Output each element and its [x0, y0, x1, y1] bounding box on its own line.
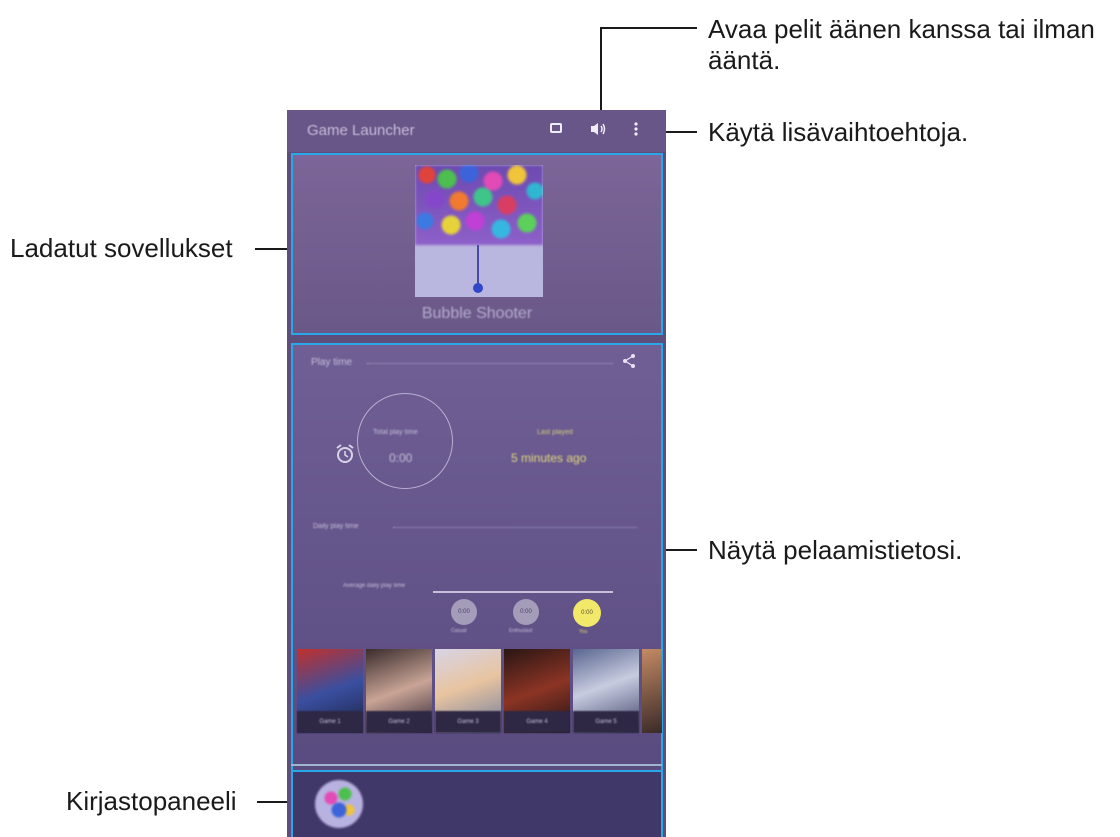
callout-line-library-panel: [257, 801, 289, 803]
game-thumbnail[interactable]: Game 2: [366, 649, 432, 733]
game-shooter-ball: [473, 283, 483, 293]
game-thumbnail[interactable]: Game 3: [435, 649, 501, 733]
annotation-sound: Avaa pelit äänen kanssa tai ilman ääntä.: [708, 14, 1095, 76]
game-thumbnail[interactable]: [642, 649, 662, 733]
compare-you-value: 0:00: [581, 610, 593, 616]
annotation-sound-line2: ääntä.: [708, 45, 781, 75]
total-time-circle: [357, 393, 453, 489]
total-play-time-value: 0:00: [389, 451, 413, 465]
thumbnail-caption: Game 3: [435, 711, 501, 733]
game-thumbnail[interactable]: Game 1: [297, 649, 363, 733]
more-options-icon[interactable]: [627, 121, 645, 139]
game-thumbnail[interactable]: Game 4: [504, 649, 570, 733]
daily-play-time-label: Daily play time: [313, 523, 359, 530]
callout-line-downloaded-apps: [255, 248, 289, 250]
share-icon[interactable]: [621, 353, 637, 374]
game-thumbnail[interactable]: Game 5: [573, 649, 639, 733]
game-shooter-divider: [477, 245, 479, 285]
sound-icon[interactable]: [589, 121, 607, 139]
annotation-downloaded-apps: Ladatut sovellukset: [10, 233, 233, 263]
play-info-panel: Play time Total play time 0:00 Last play…: [291, 343, 663, 837]
annotation-more-options: Käytä lisävaihtoehtoja.: [708, 117, 969, 147]
annotation-sound-line1: Avaa pelit äänen kanssa tai ilman: [708, 14, 1095, 44]
annotation-play-info: Näytä pelaamistietosi.: [708, 535, 963, 565]
app-title: Game Launcher: [307, 122, 415, 139]
compare-line: [433, 591, 613, 593]
callout-line-play-info: [664, 549, 697, 551]
top-bar: Game Launcher: [287, 110, 666, 152]
callout-line-sound-h: [600, 27, 697, 29]
annotation-library-panel: Kirjastopaneeli: [66, 786, 237, 816]
thumbnail-caption: Game 4: [504, 711, 570, 733]
compare-you: 0:00: [573, 599, 601, 627]
last-played-value: 5 minutes ago: [511, 451, 587, 465]
alarm-clock-icon: [334, 443, 356, 470]
compare-casual-value: 0:00: [458, 609, 470, 615]
thumbnail-caption: Game 1: [297, 711, 363, 733]
compare-casual: 0:00: [451, 599, 477, 625]
play-time-title: Play time: [311, 357, 353, 368]
compare-casual-label: Casual: [451, 628, 467, 634]
library-game-icon[interactable]: [315, 780, 363, 828]
last-played-label: Last played: [537, 429, 573, 436]
play-time-dots: [367, 363, 613, 364]
screen-icon[interactable]: [547, 121, 565, 139]
phone-screen: Game Launcher Bubble Shooter Play time T…: [287, 110, 666, 837]
total-play-time-label: Total play time: [373, 429, 418, 436]
game-icon-bubble-shooter[interactable]: [415, 165, 543, 297]
panel-separator: [291, 764, 662, 766]
daily-play-time-dots: [393, 527, 637, 528]
thumbnail-caption: Game 2: [366, 711, 432, 733]
compare-enthusiast: 0:00: [513, 599, 539, 625]
downloaded-apps-panel: Bubble Shooter: [291, 153, 663, 335]
game-art-bubbles: [415, 165, 543, 245]
compare-enthusiast-value: 0:00: [520, 609, 532, 615]
game-name: Bubble Shooter: [421, 305, 533, 322]
library-panel: [291, 770, 663, 837]
compare-enthusiast-label: Enthusiast: [509, 628, 533, 634]
compare-you-label: You: [579, 629, 588, 635]
thumbnail-caption: Game 5: [573, 711, 639, 733]
average-play-time-label: Average daily play time: [343, 583, 405, 589]
